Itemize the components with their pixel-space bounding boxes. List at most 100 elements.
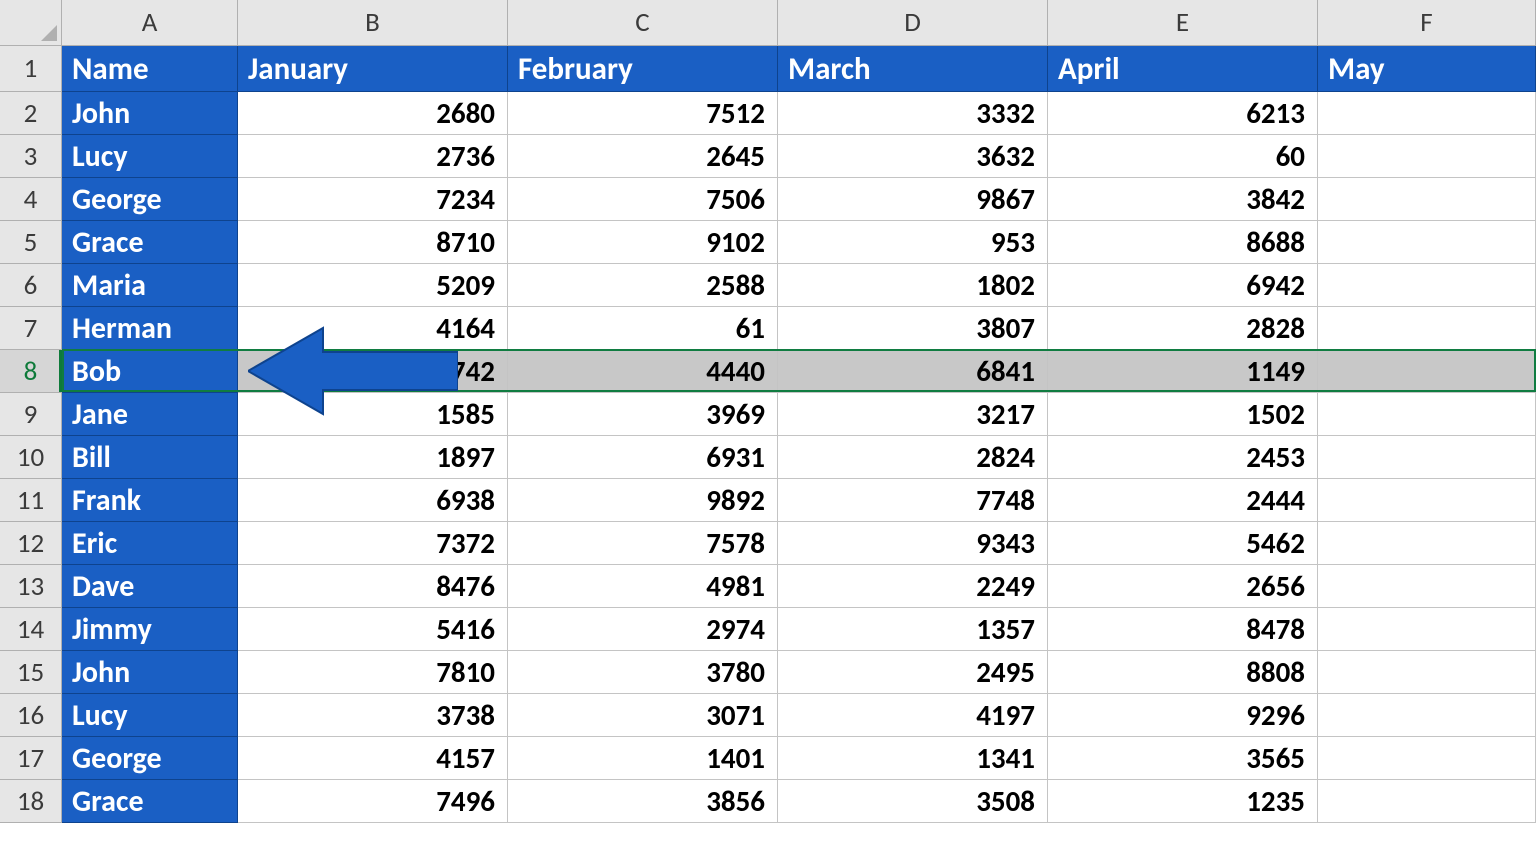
row-header-6[interactable]: 6 <box>0 264 62 307</box>
data-cell[interactable]: 1341 <box>778 737 1048 780</box>
data-cell[interactable] <box>1318 393 1536 436</box>
data-cell[interactable]: 4981 <box>508 565 778 608</box>
data-cell[interactable]: 3780 <box>508 651 778 694</box>
row-header-8[interactable]: 8 <box>0 350 62 393</box>
row-header-13[interactable]: 13 <box>0 565 62 608</box>
data-cell[interactable]: 4197 <box>778 694 1048 737</box>
data-cell[interactable]: 5416 <box>238 608 508 651</box>
data-cell[interactable] <box>1318 135 1536 178</box>
data-cell[interactable]: 3738 <box>238 694 508 737</box>
data-cell[interactable]: 3332 <box>778 92 1048 135</box>
data-cell[interactable] <box>1318 651 1536 694</box>
data-cell[interactable]: 7810 <box>238 651 508 694</box>
name-cell[interactable]: Bill <box>62 436 238 479</box>
data-cell[interactable]: 4164 <box>238 307 508 350</box>
name-cell[interactable]: George <box>62 178 238 221</box>
data-cell[interactable]: 6938 <box>238 479 508 522</box>
data-cell[interactable]: 7512 <box>508 92 778 135</box>
column-header-d[interactable]: D <box>778 0 1048 46</box>
data-cell[interactable]: 7234 <box>238 178 508 221</box>
data-cell[interactable]: 3508 <box>778 780 1048 823</box>
name-cell[interactable]: John <box>62 92 238 135</box>
data-cell[interactable] <box>1318 178 1536 221</box>
data-cell[interactable]: 9867 <box>778 178 1048 221</box>
row-header-1[interactable]: 1 <box>0 46 62 92</box>
select-all-corner[interactable] <box>0 0 62 46</box>
row-header-10[interactable]: 10 <box>0 436 62 479</box>
data-cell[interactable] <box>1318 92 1536 135</box>
data-cell[interactable] <box>1318 221 1536 264</box>
name-cell[interactable]: Grace <box>62 221 238 264</box>
data-cell[interactable]: 2444 <box>1048 479 1318 522</box>
row-header-14[interactable]: 14 <box>0 608 62 651</box>
column-header-e[interactable]: E <box>1048 0 1318 46</box>
data-cell[interactable]: 9296 <box>1048 694 1318 737</box>
name-cell[interactable]: George <box>62 737 238 780</box>
name-cell[interactable]: Lucy <box>62 694 238 737</box>
row-header-16[interactable]: 16 <box>0 694 62 737</box>
data-cell[interactable]: 2588 <box>508 264 778 307</box>
data-cell[interactable]: 1357 <box>778 608 1048 651</box>
data-cell[interactable]: 1149 <box>1048 350 1318 393</box>
data-cell[interactable] <box>1318 737 1536 780</box>
row-header-7[interactable]: 7 <box>0 307 62 350</box>
data-cell[interactable]: 8808 <box>1048 651 1318 694</box>
row-header-17[interactable]: 17 <box>0 737 62 780</box>
table-header-may[interactable]: May <box>1318 46 1536 92</box>
data-cell[interactable]: 742 <box>238 350 508 393</box>
data-cell[interactable]: 60 <box>1048 135 1318 178</box>
table-header-march[interactable]: March <box>778 46 1048 92</box>
data-cell[interactable]: 7748 <box>778 479 1048 522</box>
table-header-january[interactable]: January <box>238 46 508 92</box>
table-header-name[interactable]: Name <box>62 46 238 92</box>
column-header-a[interactable]: A <box>62 0 238 46</box>
name-cell[interactable]: Maria <box>62 264 238 307</box>
name-cell[interactable]: John <box>62 651 238 694</box>
data-cell[interactable]: 3856 <box>508 780 778 823</box>
data-cell[interactable]: 6213 <box>1048 92 1318 135</box>
data-cell[interactable]: 2495 <box>778 651 1048 694</box>
name-cell[interactable]: Frank <box>62 479 238 522</box>
data-cell[interactable]: 9892 <box>508 479 778 522</box>
data-cell[interactable] <box>1318 522 1536 565</box>
name-cell[interactable]: Grace <box>62 780 238 823</box>
data-cell[interactable] <box>1318 479 1536 522</box>
row-header-11[interactable]: 11 <box>0 479 62 522</box>
data-cell[interactable]: 8688 <box>1048 221 1318 264</box>
row-header-3[interactable]: 3 <box>0 135 62 178</box>
data-cell[interactable] <box>1318 436 1536 479</box>
data-cell[interactable]: 2249 <box>778 565 1048 608</box>
data-cell[interactable]: 3842 <box>1048 178 1318 221</box>
data-cell[interactable]: 2736 <box>238 135 508 178</box>
data-cell[interactable]: 2974 <box>508 608 778 651</box>
data-cell[interactable]: 3632 <box>778 135 1048 178</box>
data-cell[interactable]: 2645 <box>508 135 778 178</box>
name-cell[interactable]: Jane <box>62 393 238 436</box>
data-cell[interactable]: 7372 <box>238 522 508 565</box>
data-cell[interactable]: 9102 <box>508 221 778 264</box>
name-cell[interactable]: Bob <box>62 350 238 393</box>
name-cell[interactable]: Eric <box>62 522 238 565</box>
data-cell[interactable]: 6931 <box>508 436 778 479</box>
data-cell[interactable]: 7578 <box>508 522 778 565</box>
data-cell[interactable]: 5209 <box>238 264 508 307</box>
name-cell[interactable]: Lucy <box>62 135 238 178</box>
row-header-5[interactable]: 5 <box>0 221 62 264</box>
row-header-15[interactable]: 15 <box>0 651 62 694</box>
name-cell[interactable]: Dave <box>62 565 238 608</box>
row-header-4[interactable]: 4 <box>0 178 62 221</box>
data-cell[interactable]: 8710 <box>238 221 508 264</box>
data-cell[interactable]: 3071 <box>508 694 778 737</box>
data-cell[interactable]: 3969 <box>508 393 778 436</box>
data-cell[interactable] <box>1318 565 1536 608</box>
name-cell[interactable]: Jimmy <box>62 608 238 651</box>
data-cell[interactable]: 1802 <box>778 264 1048 307</box>
data-cell[interactable]: 8476 <box>238 565 508 608</box>
table-header-february[interactable]: February <box>508 46 778 92</box>
data-cell[interactable]: 9343 <box>778 522 1048 565</box>
data-cell[interactable] <box>1318 694 1536 737</box>
data-cell[interactable]: 4440 <box>508 350 778 393</box>
row-header-9[interactable]: 9 <box>0 393 62 436</box>
data-cell[interactable]: 1585 <box>238 393 508 436</box>
data-cell[interactable]: 1235 <box>1048 780 1318 823</box>
